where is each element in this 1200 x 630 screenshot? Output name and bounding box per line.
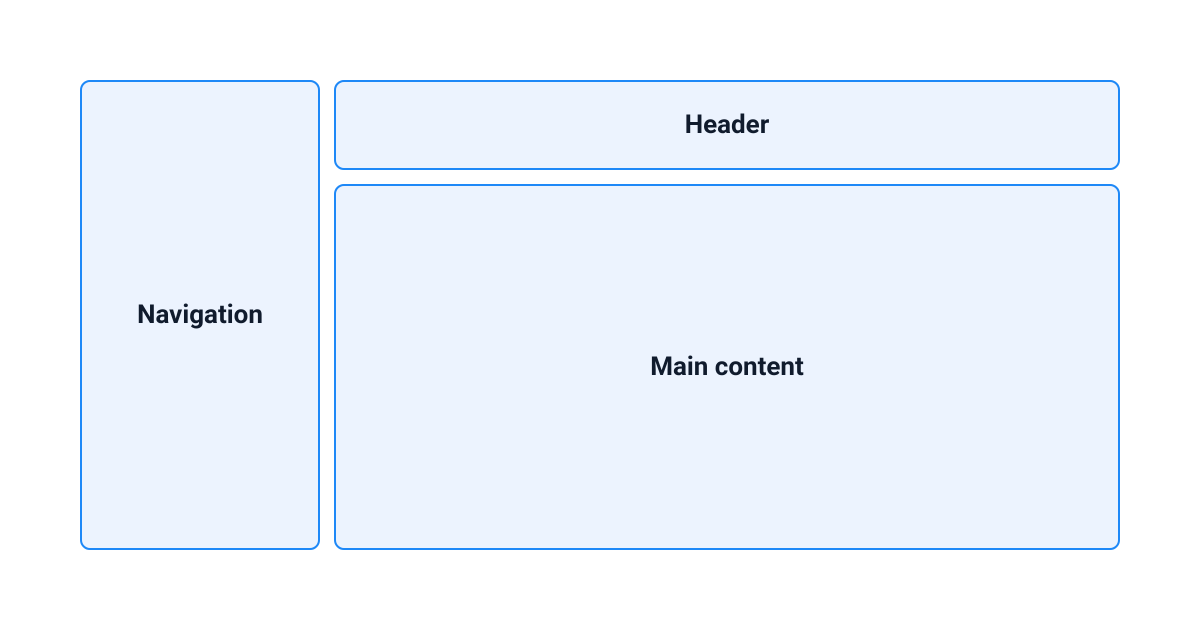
main-content-panel: Main content xyxy=(334,184,1120,550)
navigation-panel: Navigation xyxy=(80,80,320,550)
right-column: Header Main content xyxy=(334,80,1120,550)
header-label: Header xyxy=(685,110,770,140)
header-panel: Header xyxy=(334,80,1120,170)
main-content-label: Main content xyxy=(650,352,804,382)
navigation-label: Navigation xyxy=(137,300,263,330)
